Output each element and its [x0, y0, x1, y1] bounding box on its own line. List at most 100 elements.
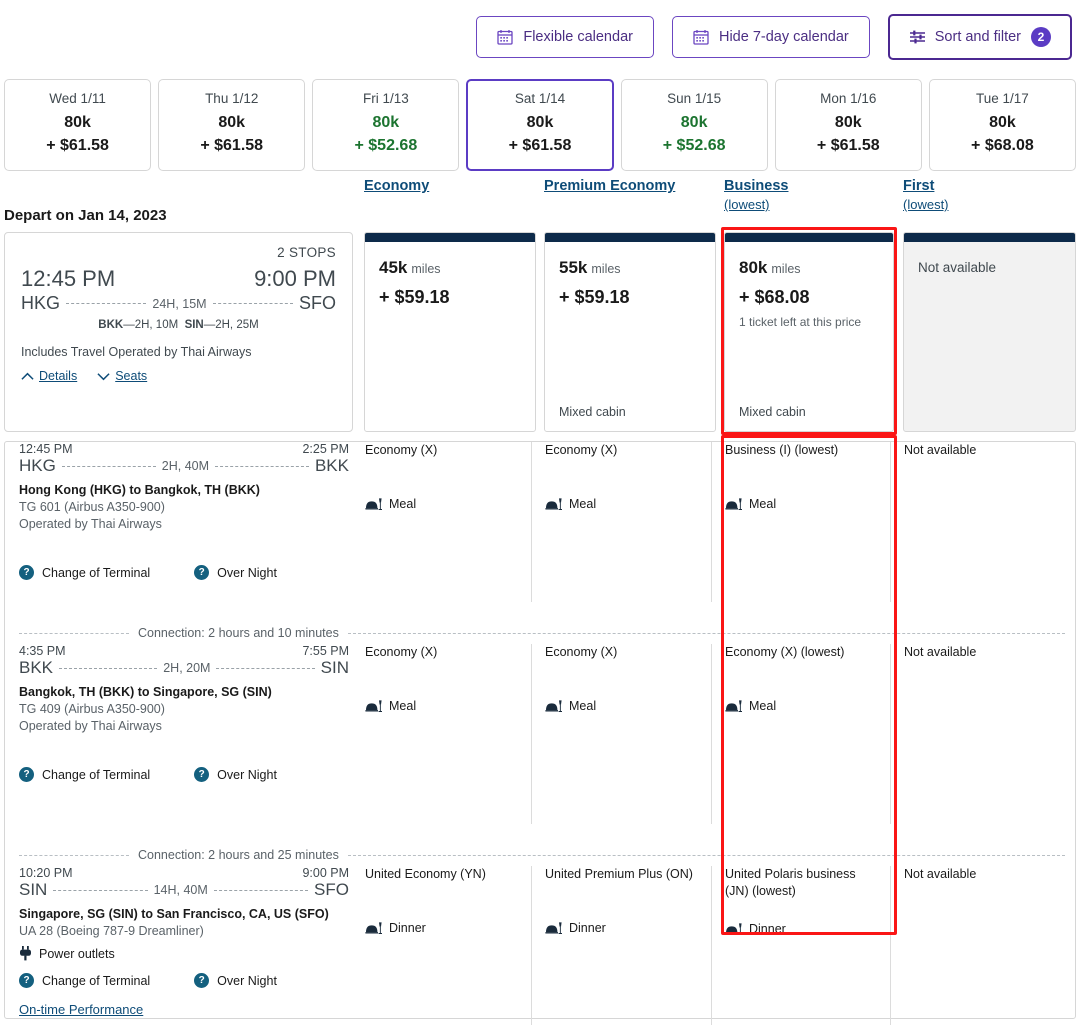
flight-results-page: Flexible calendar Hide 7-day calendar: [0, 0, 1080, 1025]
fare-scarcity-note: 1 ticket left at this price: [739, 315, 879, 329]
notice-over-night[interactable]: ?Over Night: [194, 973, 277, 988]
destination-code: SFO: [299, 293, 336, 314]
cabin-header-link[interactable]: First: [903, 178, 949, 194]
cabin-cell-label: United Economy (YN): [365, 866, 523, 883]
cabin-cell-meal: Meal: [545, 699, 703, 713]
itinerary-summary-card[interactable]: 2 STOPS 12:45 PM 9:00 PM HKG 24H, 15M SF…: [4, 232, 353, 432]
date-card-miles: 80k: [934, 111, 1071, 134]
segment-duration-connector: 2H, 40M: [56, 459, 315, 473]
cabin-header-lowest-link[interactable]: (lowest): [903, 197, 949, 212]
segment-depart-time: 10:20 PM: [19, 866, 73, 880]
on-time-performance-link[interactable]: On-time Performance: [19, 1002, 143, 1017]
fare-card-body: Not available: [904, 242, 1075, 431]
question-mark-icon: ?: [194, 973, 209, 988]
fare-card-business[interactable]: 80kmiles+ $68.081 ticket left at this pr…: [724, 232, 894, 432]
notice-change-of-terminal[interactable]: ?Change of Terminal: [19, 767, 150, 782]
fare-card-body: 55kmiles+ $59.18Mixed cabin: [545, 242, 715, 431]
fare-card-cap: [545, 233, 715, 242]
cabin-cell[interactable]: Economy (X)Meal: [545, 442, 703, 511]
details-toggle[interactable]: Details: [21, 369, 77, 383]
column-divider: [711, 866, 712, 1025]
column-divider: [711, 644, 712, 824]
segment-notices: ?Change of Terminal? Over Night: [19, 565, 349, 580]
cabin-cell[interactable]: Business (I) (lowest)Meal: [725, 442, 881, 511]
cabin-header-first: First (lowest): [903, 178, 949, 212]
column-divider: [890, 442, 891, 602]
cabin-header-lowest-link[interactable]: (lowest): [724, 197, 788, 212]
notice-label: Change of Terminal: [42, 974, 150, 988]
flexible-calendar-button[interactable]: Flexible calendar: [476, 16, 654, 58]
fare-unavailable: Not available: [918, 260, 1061, 275]
seats-toggle[interactable]: Seats: [97, 369, 147, 383]
date-card-price: + $52.68: [317, 134, 454, 157]
layover-list: BKK—2H, 10M SIN—2H, 25M: [21, 319, 336, 331]
date-card-price: + $61.58: [9, 134, 146, 157]
date-card-tue-1-17[interactable]: Tue 1/17 80k+ $68.08: [929, 79, 1076, 171]
cabin-cell[interactable]: Economy (X) (lowest)Meal: [725, 644, 881, 713]
date-card-thu-1-12[interactable]: Thu 1/1280k+ $61.58: [158, 79, 305, 171]
cabin-header-link[interactable]: Business: [724, 178, 788, 194]
segment-flight-number: UA 28 (Boeing 787-9 Dreamliner): [19, 924, 349, 938]
notice-over-night[interactable]: ? Over Night: [194, 565, 277, 580]
cabin-cell[interactable]: Economy (X)Meal: [545, 644, 703, 713]
question-mark-icon: ?: [194, 565, 209, 580]
cabin-header-link[interactable]: Premium Economy: [544, 178, 675, 194]
segment-destination-code: SFO: [314, 880, 349, 900]
meal-icon: [545, 498, 562, 510]
notice-label: Change of Terminal: [42, 566, 150, 580]
segment-info: 4:35 PM7:55 PMBKK2H, 20MSINBangkok, TH (…: [19, 644, 349, 782]
date-card-fri-1-13[interactable]: Fri 1/1380k+ $52.68: [312, 79, 459, 171]
calendar-icon: [497, 29, 513, 45]
segment-airports: SIN14H, 40MSFO: [19, 880, 349, 900]
meal-label: Meal: [569, 699, 596, 713]
cabin-cell[interactable]: United Polaris business (JN) (lowest)Din…: [725, 866, 881, 936]
segment-duration: 2H, 20M: [163, 661, 210, 675]
date-card-miles: 80k: [9, 111, 146, 134]
fare-miles-unit: miles: [411, 262, 440, 276]
segment-duration: 2H, 40M: [162, 459, 209, 473]
date-card-sat-1-14[interactable]: Sat 1/1480k+ $61.58: [466, 79, 613, 171]
date-card-wed-1-11[interactable]: Wed 1/1180k+ $61.58: [4, 79, 151, 171]
itinerary-summary-row: 2 STOPS 12:45 PM 9:00 PM HKG 24H, 15M SF…: [0, 232, 1080, 432]
fare-price: + $59.18: [559, 287, 701, 308]
cabin-cell-label: Economy (X): [365, 442, 523, 459]
fare-card-premium-economy[interactable]: 55kmiles+ $59.18Mixed cabin: [544, 232, 716, 432]
cabin-cell-label: Economy (X): [545, 442, 703, 459]
cabin-cell[interactable]: Economy (X)Meal: [365, 442, 523, 511]
hide-7day-calendar-button[interactable]: Hide 7-day calendar: [672, 16, 870, 58]
cabin-cell[interactable]: United Economy (YN)Dinner: [365, 866, 523, 935]
sort-and-filter-label: Sort and filter: [935, 29, 1021, 45]
date-card-sun-1-15[interactable]: Sun 1/1580k+ $52.68: [621, 79, 768, 171]
fare-miles-value: 80k: [739, 258, 767, 277]
meal-icon: [365, 922, 382, 934]
sort-and-filter-button[interactable]: Sort and filter 2: [888, 14, 1072, 60]
notice-label: Over Night: [217, 768, 277, 782]
segment-operator: Operated by Thai Airways: [19, 719, 349, 733]
segment-times: 12:45 PM2:25 PM: [19, 442, 349, 456]
notice-change-of-terminal[interactable]: ?Change of Terminal: [19, 973, 150, 988]
cabin-header-link[interactable]: Economy: [364, 178, 429, 194]
cabin-header-economy: Economy: [364, 178, 429, 194]
notice-over-night[interactable]: ?Over Night: [194, 767, 277, 782]
segment-origin-code: SIN: [19, 880, 47, 900]
segment-times: 10:20 PM9:00 PM: [19, 866, 349, 880]
notice-label: Over Night: [217, 566, 277, 580]
date-card-mon-1-16[interactable]: Mon 1/1680k+ $61.58: [775, 79, 922, 171]
summary-airports: HKG 24H, 15M SFO: [21, 293, 336, 314]
meal-label: Meal: [389, 699, 416, 713]
date-card-price: + $52.68: [626, 134, 763, 157]
column-divider: [890, 866, 891, 1025]
date-card-price: + $68.08: [934, 134, 1071, 157]
segment-arrive-time: 7:55 PM: [302, 644, 349, 658]
notice-change-of-terminal[interactable]: ?Change of Terminal: [19, 565, 150, 580]
cabin-cell[interactable]: Economy (X) Meal: [365, 644, 523, 713]
fare-card-economy[interactable]: 45kmiles+ $59.18: [364, 232, 536, 432]
meal-icon: [545, 700, 562, 712]
cabin-cell-label: Economy (X): [365, 644, 523, 661]
segment-operator: Operated by Thai Airways: [19, 517, 349, 531]
date-card-price: + $61.58: [471, 134, 608, 157]
fare-mixed-cabin: Mixed cabin: [559, 405, 626, 419]
connection-label: Connection: 2 hours and 10 minutes: [129, 626, 348, 640]
cabin-cell[interactable]: United Premium Plus (ON)Dinner: [545, 866, 703, 935]
date-card-day: Tue 1/17: [934, 91, 1071, 106]
